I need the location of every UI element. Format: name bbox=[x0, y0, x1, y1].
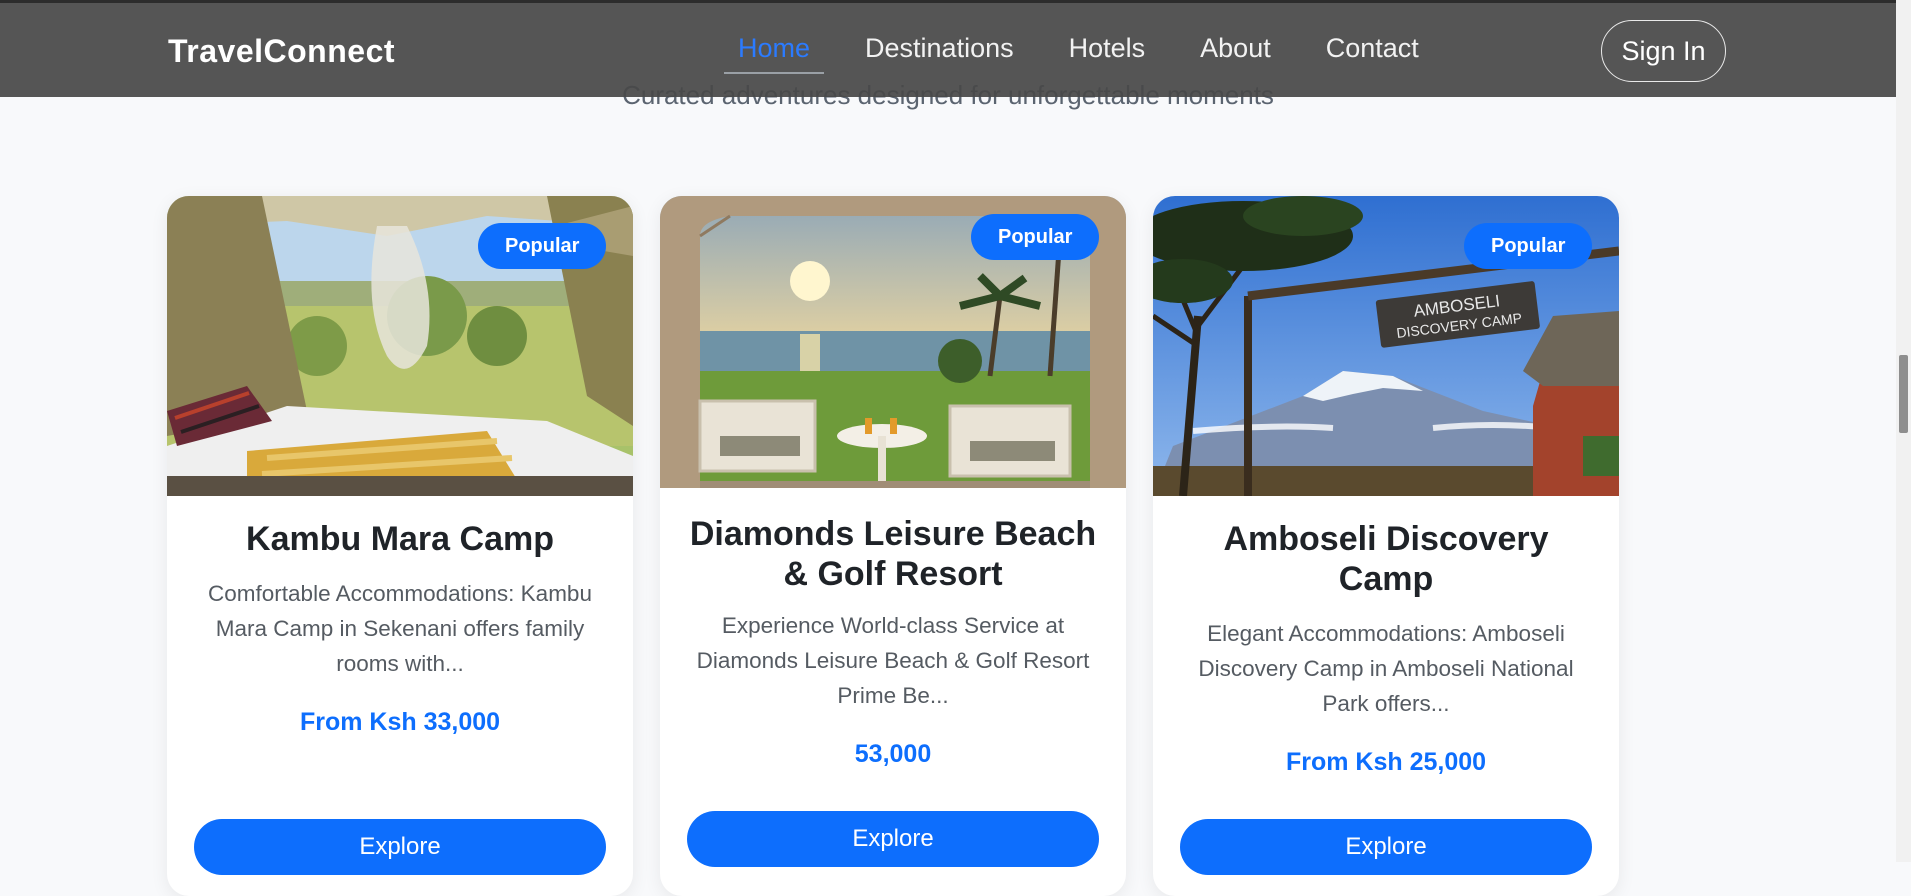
card-title: Diamonds Leisure Beach & Golf Resort bbox=[689, 515, 1097, 593]
navbar: TravelConnect Home Destinations Hotels A… bbox=[0, 0, 1896, 97]
explore-button[interactable]: Explore bbox=[687, 811, 1099, 867]
kilimanjaro-camp-photo: AMBOSELI DISCOVERY CAMP Popular bbox=[1153, 196, 1619, 496]
hotel-card: Popular Kambu Mara Camp Comfortable Acco… bbox=[167, 196, 633, 896]
sign-in-button[interactable]: Sign In bbox=[1601, 20, 1726, 82]
hotel-card: AMBOSELI DISCOVERY CAMP Popular Amboseli… bbox=[1153, 196, 1619, 896]
card-title: Amboseli Discovery Camp bbox=[1223, 520, 1549, 598]
brand-logo[interactable]: TravelConnect bbox=[168, 33, 395, 70]
page-scrollbar[interactable] bbox=[1896, 0, 1911, 862]
explore-button[interactable]: Explore bbox=[1180, 819, 1592, 875]
nav-link-hotels[interactable]: Hotels bbox=[1055, 33, 1160, 84]
scrollbar-thumb[interactable] bbox=[1899, 355, 1908, 433]
beach-sunset-photo: Popular bbox=[660, 196, 1126, 488]
card-description: Elegant Accommodations: Amboseli Discove… bbox=[1198, 621, 1574, 716]
popular-badge: Popular bbox=[478, 223, 607, 269]
card-description: Comfortable Accommodations: Kambu Mara C… bbox=[208, 581, 592, 676]
card-description: Experience World-class Service at Diamon… bbox=[696, 613, 1090, 708]
popular-badge: Popular bbox=[971, 214, 1100, 260]
card-title: Kambu Mara Camp bbox=[246, 520, 554, 558]
nav-links: Home Destinations Hotels About Contact bbox=[724, 33, 1460, 84]
nav-link-home[interactable]: Home bbox=[724, 33, 825, 84]
card-price: From Ksh 33,000 bbox=[299, 708, 501, 736]
card-price: From Ksh 25,000 bbox=[1285, 748, 1487, 776]
hotel-card: Popular Diamonds Leisure Beach & Golf Re… bbox=[660, 196, 1126, 896]
explore-button[interactable]: Explore bbox=[194, 819, 606, 875]
card-price: 53,000 bbox=[854, 740, 932, 768]
nav-link-destinations[interactable]: Destinations bbox=[851, 33, 1028, 84]
safari-tent-photo: Popular bbox=[167, 196, 633, 496]
nav-link-about[interactable]: About bbox=[1186, 33, 1285, 84]
popular-badge: Popular bbox=[1464, 223, 1593, 269]
nav-link-contact[interactable]: Contact bbox=[1312, 33, 1433, 84]
